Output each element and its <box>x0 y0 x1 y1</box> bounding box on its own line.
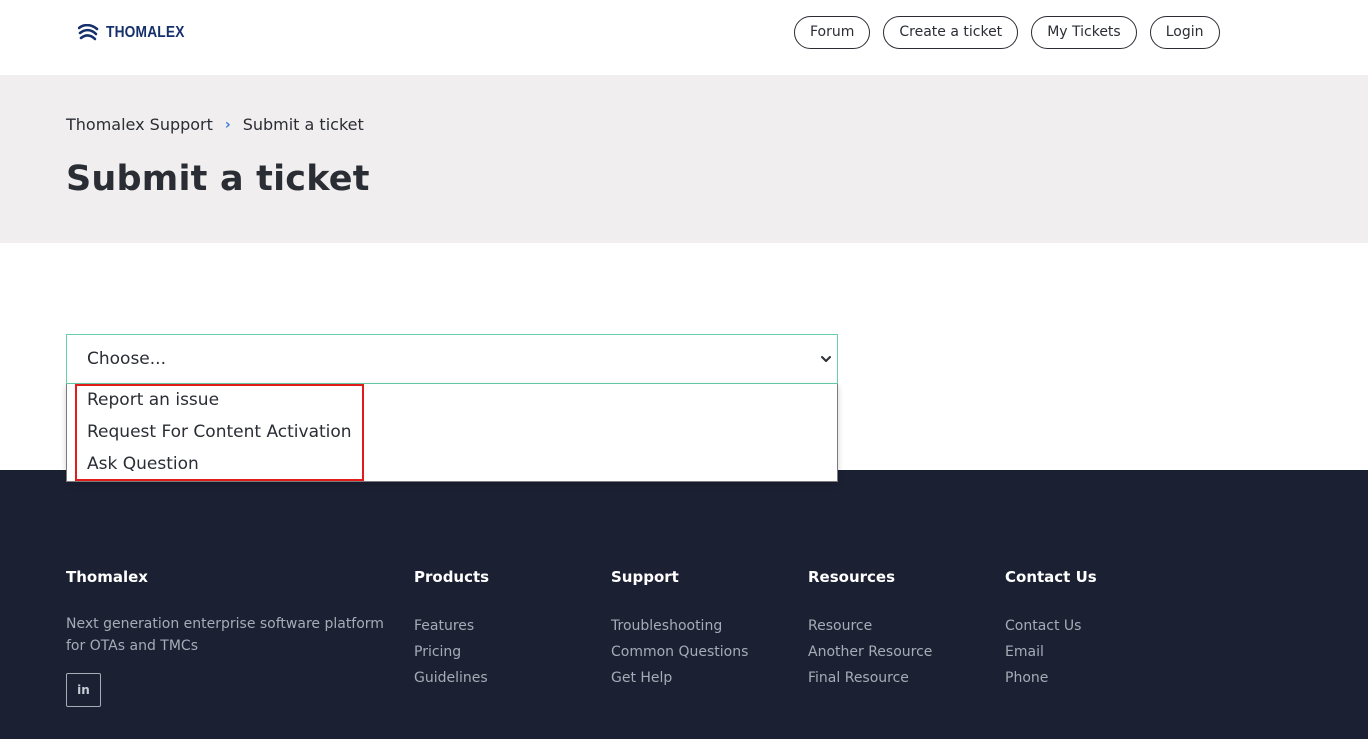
ticket-type-selected-value: Choose... <box>87 349 166 369</box>
breadcrumb: Thomalex Support › Submit a ticket <box>66 115 364 134</box>
linkedin-icon[interactable]: in <box>66 673 101 707</box>
footer-products: Products Features Pricing Guidelines <box>414 568 489 688</box>
create-ticket-button[interactable]: Create a ticket <box>883 16 1019 49</box>
breadcrumb-current: Submit a ticket <box>242 115 364 134</box>
footer-link[interactable]: Common Questions <box>611 642 748 662</box>
footer-about: Thomalex Next generation enterprise soft… <box>66 568 396 707</box>
footer-link[interactable]: Pricing <box>414 642 489 662</box>
footer-support: Support Troubleshooting Common Questions… <box>611 568 748 688</box>
footer-link[interactable]: Features <box>414 616 489 636</box>
site-footer: Thomalex Next generation enterprise soft… <box>0 470 1368 739</box>
option-report-issue[interactable]: Report an issue <box>87 390 219 410</box>
ticket-type-dropdown[interactable]: Choose... <box>66 334 838 384</box>
top-nav: Forum Create a ticket My Tickets Login <box>794 16 1220 49</box>
footer-about-description: Next generation enterprise software plat… <box>66 616 384 654</box>
site-header: THOMALEX Forum Create a ticket My Ticket… <box>0 0 1368 75</box>
footer-link[interactable]: Phone <box>1005 668 1097 688</box>
footer-about-heading: Thomalex <box>66 568 148 586</box>
option-request-content-activation[interactable]: Request For Content Activation <box>87 422 352 442</box>
footer-heading-products: Products <box>414 568 490 586</box>
footer-contact: Contact Us Contact Us Email Phone <box>1005 568 1097 688</box>
ticket-type-select: Choose... Report an issue Request For Co… <box>66 334 838 482</box>
page-title: Submit a ticket <box>66 159 370 199</box>
option-ask-question[interactable]: Ask Question <box>87 454 199 474</box>
chevron-down-icon <box>821 356 831 362</box>
footer-link[interactable]: Guidelines <box>414 668 489 688</box>
footer-link[interactable]: Contact Us <box>1005 616 1097 636</box>
footer-link[interactable]: Another Resource <box>808 642 932 662</box>
footer-heading-support: Support <box>611 568 679 586</box>
brand-wave-icon <box>78 24 99 41</box>
footer-link[interactable]: Email <box>1005 642 1097 662</box>
breadcrumb-root-link[interactable]: Thomalex Support <box>66 115 213 134</box>
footer-link[interactable]: Get Help <box>611 668 748 688</box>
brand-name: THOMALEX <box>106 24 185 41</box>
forum-button[interactable]: Forum <box>794 16 871 49</box>
page: THOMALEX Forum Create a ticket My Ticket… <box>0 0 1368 739</box>
my-tickets-button[interactable]: My Tickets <box>1031 16 1137 49</box>
login-button[interactable]: Login <box>1149 16 1220 49</box>
ticket-type-options-list: Report an issue Request For Content Acti… <box>66 384 838 482</box>
footer-link[interactable]: Resource <box>808 616 932 636</box>
brand-logo[interactable]: THOMALEX <box>78 22 197 44</box>
breadcrumb-chevron-icon: › <box>224 116 231 133</box>
footer-heading-resources: Resources <box>808 568 896 586</box>
footer-link[interactable]: Troubleshooting <box>611 616 748 636</box>
footer-resources: Resources Resource Another Resource Fina… <box>808 568 932 688</box>
footer-link[interactable]: Final Resource <box>808 668 932 688</box>
page-hero: Thomalex Support › Submit a ticket Submi… <box>0 75 1368 243</box>
footer-heading-contact: Contact Us <box>1005 568 1097 586</box>
